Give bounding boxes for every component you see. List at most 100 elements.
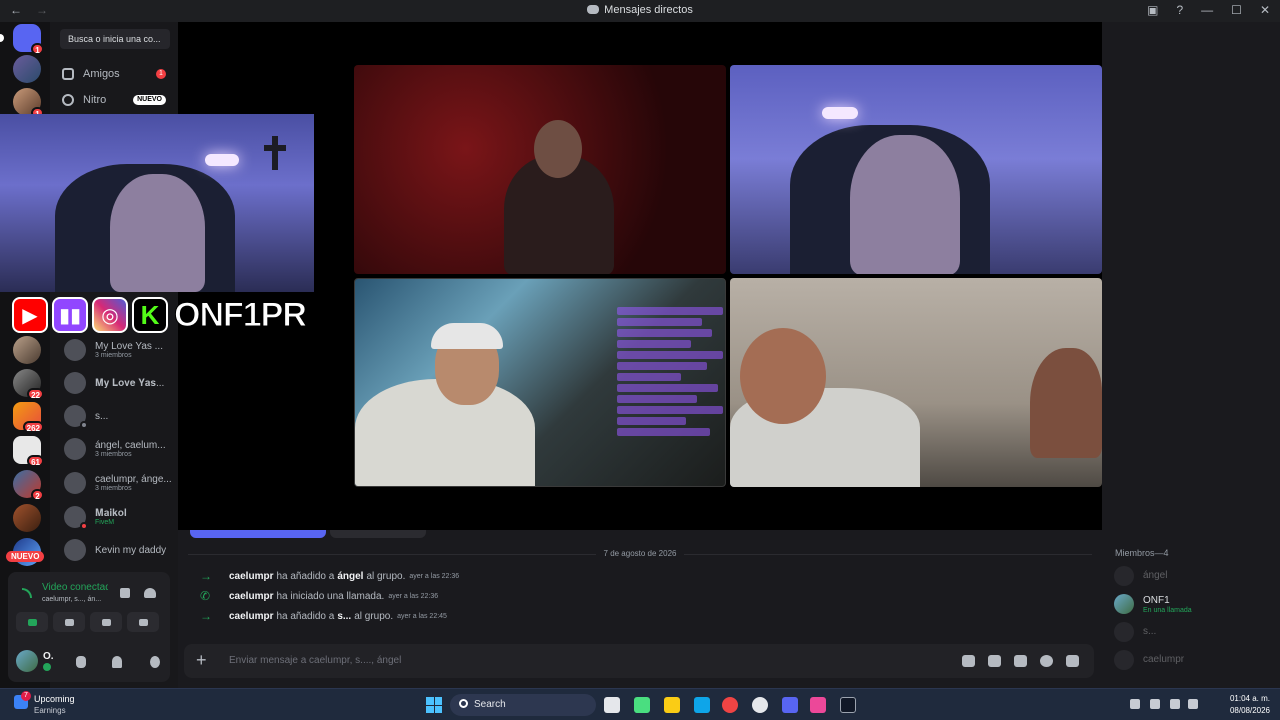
streamer-brand-name: ONF1PR <box>174 295 308 334</box>
social-banner: ▶ ▮▮ ◎ K ONF1PR <box>12 295 308 334</box>
maximize-button[interactable]: ☐ <box>1231 3 1242 17</box>
server-icon[interactable]: 2 <box>13 470 44 501</box>
call-tab[interactable] <box>330 530 426 538</box>
message-composer[interactable]: + Enviar mensaje a caelumpr, s...., ánge… <box>184 644 1094 678</box>
server-icon[interactable]: 1 <box>13 88 44 119</box>
window-title-text: Mensajes directos <box>604 4 693 16</box>
minimize-button[interactable]: — <box>1201 3 1213 17</box>
headphones-icon[interactable] <box>112 656 122 668</box>
video-tile[interactable] <box>354 278 726 487</box>
video-tile[interactable] <box>730 65 1102 274</box>
minecraft-icon[interactable] <box>634 697 650 713</box>
dm-name: caelumpr, ánge... <box>95 474 172 485</box>
camera-button[interactable] <box>16 612 48 632</box>
microphone-icon[interactable] <box>76 656 86 668</box>
chrome-icon[interactable] <box>722 697 738 713</box>
message-author[interactable]: caelumpr <box>229 591 273 602</box>
chevron-up-icon[interactable] <box>1130 699 1140 709</box>
activities-button[interactable] <box>90 612 122 632</box>
volume-icon[interactable] <box>1188 699 1198 709</box>
message-author[interactable]: caelumpr <box>229 571 273 582</box>
avatar <box>1114 650 1134 670</box>
call-tab-active[interactable] <box>190 530 326 538</box>
streamer-figure <box>110 174 205 292</box>
help-icon[interactable]: ? <box>1176 3 1183 17</box>
member-item[interactable]: ángel <box>1114 564 1274 588</box>
network-icon[interactable] <box>1170 699 1180 709</box>
dm-item[interactable]: s... <box>64 402 176 430</box>
avatar <box>64 539 86 561</box>
instagram-icon: ◎ <box>92 297 128 333</box>
member-item[interactable]: caelumpr <box>1114 648 1274 672</box>
server-icon[interactable] <box>13 55 41 83</box>
gift-icon[interactable] <box>962 655 975 667</box>
close-button[interactable]: ✕ <box>1260 3 1270 17</box>
user-panel: O. <box>16 648 166 676</box>
file-explorer-icon[interactable] <box>664 697 680 713</box>
clock[interactable]: 01:04 a. m. 08/08/2026 <box>1230 693 1270 717</box>
dm-item[interactable]: 𝐌𝐲 𝐋𝐨𝐯𝐞 𝐘𝐚𝐬... <box>64 369 176 397</box>
gif-icon[interactable] <box>988 655 1001 667</box>
participant-head <box>740 328 826 424</box>
sticker-icon[interactable] <box>1014 655 1027 667</box>
server-icon[interactable]: 61 <box>13 436 44 467</box>
server-icon[interactable] <box>13 336 41 364</box>
message-subject[interactable]: s... <box>337 611 351 622</box>
discord-logo-icon <box>587 5 600 14</box>
dm-item[interactable]: Kevin my daddy <box>64 536 176 564</box>
screen-share-button[interactable] <box>53 612 85 632</box>
search-input[interactable]: Busca o inicia una co... <box>60 29 170 49</box>
member-item[interactable]: s... <box>1114 620 1274 644</box>
server-icon[interactable] <box>13 504 41 532</box>
dm-item[interactable]: My Love Yas ... 3 miembros <box>64 336 176 364</box>
voice-status[interactable]: Video conectado <box>42 582 108 593</box>
soundboard-icon[interactable] <box>120 588 130 598</box>
member-join-arrow-icon: → <box>200 609 212 623</box>
camera-icon <box>27 618 37 626</box>
voice-panel: Video conectado caelumpr, s..., án... O. <box>8 572 170 682</box>
unread-badge: 61 <box>27 455 44 467</box>
dm-item[interactable]: ángel, caelum... 3 miembros <box>64 435 176 463</box>
soundboard-button[interactable] <box>127 612 159 632</box>
store-icon[interactable] <box>694 697 710 713</box>
screen-share-icon <box>64 618 74 626</box>
start-button[interactable] <box>426 697 442 713</box>
unread-badge: 1 <box>31 43 44 55</box>
video-tile[interactable] <box>730 278 1102 487</box>
inbox-icon[interactable]: ▣ <box>1147 3 1158 17</box>
member-item[interactable]: ONF1 En una llamada <box>1114 592 1274 616</box>
video-tile[interactable] <box>354 65 726 274</box>
cross-decoration <box>264 136 286 170</box>
dm-subtitle: 3 miembros <box>95 485 132 492</box>
server-icon[interactable]: 262 <box>13 402 44 433</box>
message-input[interactable]: Enviar mensaje a caelumpr, s...., ángel <box>229 655 401 666</box>
avatar[interactable] <box>16 650 38 672</box>
steam-icon[interactable] <box>752 697 768 713</box>
server-icon[interactable]: 22 <box>13 369 44 400</box>
member-name: ONF1 <box>1143 595 1170 606</box>
discord-window: ← → Mensajes directos ▣ ? — ☐ ✕ 1 1 22 2… <box>0 0 1280 688</box>
epic-games-icon[interactable] <box>840 697 856 713</box>
dm-item[interactable]: caelumpr, ánge... 3 miembros <box>64 469 176 497</box>
message-subject[interactable]: ángel <box>337 571 363 582</box>
nav-friends[interactable]: Amigos 1 <box>62 64 166 84</box>
username: O. <box>43 651 54 662</box>
attach-plus-icon[interactable]: + <box>196 650 207 671</box>
message-text: al grupo. <box>354 610 394 622</box>
tiktok-icon[interactable] <box>810 697 826 713</box>
home-dm-button[interactable]: 1 <box>13 24 44 55</box>
dm-item[interactable]: 𝐌𝐚𝐢𝐤𝐨𝐥 FiveM <box>64 503 176 531</box>
taskbar-search[interactable]: Search <box>450 694 596 716</box>
twitch-icon: ▮▮ <box>52 297 88 333</box>
emoji-icon[interactable] <box>1040 655 1053 667</box>
nav-nitro[interactable]: Nitro NUEVO <box>62 90 166 110</box>
cap-shape <box>431 323 503 349</box>
apps-icon[interactable] <box>1066 655 1079 667</box>
disconnect-icon[interactable] <box>144 588 156 598</box>
title-bar: ← → Mensajes directos ▣ ? — ☐ ✕ <box>0 0 1280 22</box>
message-author[interactable]: caelumpr <box>229 611 273 622</box>
discord-icon[interactable] <box>782 697 798 713</box>
gear-icon[interactable] <box>150 656 160 668</box>
microphone-icon[interactable] <box>1150 699 1160 709</box>
task-view-icon[interactable] <box>604 697 620 713</box>
